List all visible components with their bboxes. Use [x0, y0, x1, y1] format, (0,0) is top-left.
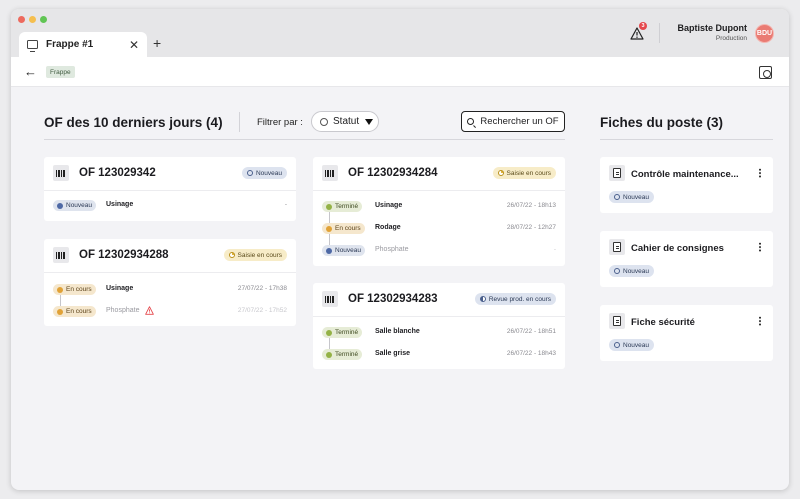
- barcode-icon: [322, 291, 338, 307]
- breadcrumb[interactable]: Frappe: [46, 66, 75, 78]
- operation-date: 28/07/22 - 12h27: [506, 224, 556, 231]
- operation-date: 26/07/22 - 18h51: [506, 328, 556, 335]
- operation-name: Phosphate: [375, 246, 409, 253]
- operation-row: Terminé Salle grise 26/07/22 - 18h43: [322, 349, 556, 362]
- of-card-header: OF 12302934288 Saisie en cours: [44, 239, 296, 273]
- operation-row: En cours Usinage 27/07/22 - 17h38: [53, 284, 287, 297]
- fiche-title: Cahier de consignes: [631, 243, 724, 254]
- status-badge: Nouveau: [609, 191, 655, 203]
- operation-name: Usinage: [375, 202, 403, 209]
- status-badge: Nouveau: [609, 339, 655, 351]
- barcode-icon: [322, 165, 338, 181]
- status-badge: Revue prod. en cours: [474, 293, 556, 305]
- fiche-card[interactable]: Fiche sécurité Nouveau: [600, 305, 773, 361]
- operation-date: 27/07/22 - 17h38: [237, 285, 287, 292]
- operation-date: -: [553, 246, 556, 253]
- operation-row: En cours Rodage 28/07/22 - 12h27: [322, 223, 556, 236]
- operation-status-pill: Nouveau: [53, 200, 97, 211]
- toolbar: ← Frappe: [11, 57, 789, 87]
- operation-status-pill: En cours: [322, 223, 365, 234]
- avatar[interactable]: BDU: [755, 24, 774, 43]
- operation-status-pill: Terminé: [322, 201, 363, 212]
- fiche-title: Contrôle maintenance...: [631, 169, 739, 180]
- close-icon[interactable]: ✕: [129, 39, 139, 51]
- status-badge: Nouveau: [609, 265, 655, 277]
- document-icon: [609, 165, 625, 181]
- fiche-card[interactable]: Cahier de consignes Nouveau: [600, 231, 773, 287]
- user-name: Baptiste Dupont: [677, 23, 748, 33]
- document-icon: [609, 313, 625, 329]
- operation-status-pill: En cours: [53, 306, 96, 317]
- operation-name: Salle grise: [375, 350, 411, 357]
- operation-row: Terminé Salle blanche 26/07/22 - 18h51: [322, 327, 556, 340]
- fiche-title: Fiche sécurité: [631, 317, 695, 328]
- operation-row: En cours Phosphate 27/07/22 - 17h52: [53, 306, 287, 319]
- caret-down-icon: [365, 118, 374, 125]
- operation-date: -: [284, 201, 287, 208]
- status-filter-value: Statut: [333, 116, 360, 127]
- of-card[interactable]: OF 12302934288 Saisie en cours En cours …: [44, 239, 296, 326]
- main-divider: [44, 139, 565, 140]
- info-icon[interactable]: [759, 66, 772, 79]
- monitor-icon: [27, 40, 38, 52]
- title-divider: [239, 112, 240, 132]
- operation-status-pill: En cours: [53, 284, 96, 295]
- operation-name: Usinage: [106, 285, 134, 292]
- document-icon: [609, 239, 625, 255]
- search-icon: [467, 118, 475, 125]
- search-label: Rechercher un OF: [480, 116, 559, 127]
- status-badge: Saisie en cours: [492, 167, 556, 179]
- operation-date: 26/07/22 - 18h43: [506, 350, 556, 357]
- operation-row: Nouveau Usinage -: [53, 200, 287, 213]
- operation-name: Usinage: [106, 201, 134, 208]
- warning-icon[interactable]: [145, 306, 154, 315]
- kebab-menu-icon[interactable]: [759, 168, 761, 178]
- search-of-button[interactable]: Rechercher un OF: [461, 111, 565, 132]
- operation-status-pill: Terminé: [322, 327, 363, 338]
- barcode-icon: [53, 247, 69, 263]
- back-arrow-icon[interactable]: ←: [24, 64, 37, 79]
- operation-status-pill: Terminé: [322, 349, 363, 360]
- of-number: OF 12302934284: [348, 167, 438, 179]
- barcode-icon: [53, 165, 69, 181]
- operation-name: Salle blanche: [375, 328, 420, 335]
- of-number: OF 12302934283: [348, 293, 438, 305]
- of-card-header: OF 123029342 Nouveau: [44, 157, 296, 191]
- of-card[interactable]: OF 123029342 Nouveau Nouveau Usinage -: [44, 157, 296, 221]
- filter-label: Filtrer par :: [257, 117, 303, 128]
- side-divider: [600, 139, 773, 140]
- status-filter-dropdown[interactable]: Statut: [311, 111, 379, 132]
- side-title: Fiches du poste (3): [600, 115, 724, 130]
- operation-status-pill: Nouveau: [322, 245, 366, 256]
- operation-name: Phosphate: [106, 307, 140, 314]
- tab-label: Frappe #1: [46, 39, 94, 50]
- of-number: OF 12302934288: [79, 249, 169, 261]
- maximize-window-button[interactable]: [40, 16, 47, 23]
- user-role: Production: [715, 35, 747, 42]
- status-badge: Nouveau: [241, 167, 287, 179]
- title-bar: Frappe #1 ✕ + 3 Baptiste Dupont Producti…: [11, 9, 789, 57]
- fiche-card[interactable]: Contrôle maintenance... Nouveau: [600, 157, 773, 213]
- of-card[interactable]: OF 12302934284 Saisie en cours Terminé U…: [313, 157, 565, 266]
- of-card-header: OF 12302934283 Revue prod. en cours: [313, 283, 565, 317]
- page-title: OF des 10 derniers jours (4): [44, 115, 223, 130]
- plus-icon[interactable]: +: [153, 35, 161, 51]
- operation-date: 27/07/22 - 17h52: [237, 307, 287, 314]
- kebab-menu-icon[interactable]: [759, 242, 761, 252]
- app-window: Frappe #1 ✕ + 3 Baptiste Dupont Producti…: [11, 9, 789, 490]
- operation-row: Nouveau Phosphate -: [322, 245, 556, 258]
- kebab-menu-icon[interactable]: [759, 316, 761, 326]
- of-card-header: OF 12302934284 Saisie en cours: [313, 157, 565, 191]
- close-window-button[interactable]: [18, 16, 25, 23]
- operation-name: Rodage: [375, 224, 401, 231]
- operation-date: 26/07/22 - 18h13: [506, 202, 556, 209]
- of-card[interactable]: OF 12302934283 Revue prod. en cours Term…: [313, 283, 565, 369]
- status-badge: Saisie en cours: [223, 249, 287, 261]
- of-number: OF 123029342: [79, 167, 156, 179]
- minimize-window-button[interactable]: [29, 16, 36, 23]
- status-circle-icon: [320, 117, 328, 126]
- operation-row: Terminé Usinage 26/07/22 - 18h13: [322, 201, 556, 214]
- tab-frappe[interactable]: Frappe #1 ✕: [19, 32, 147, 57]
